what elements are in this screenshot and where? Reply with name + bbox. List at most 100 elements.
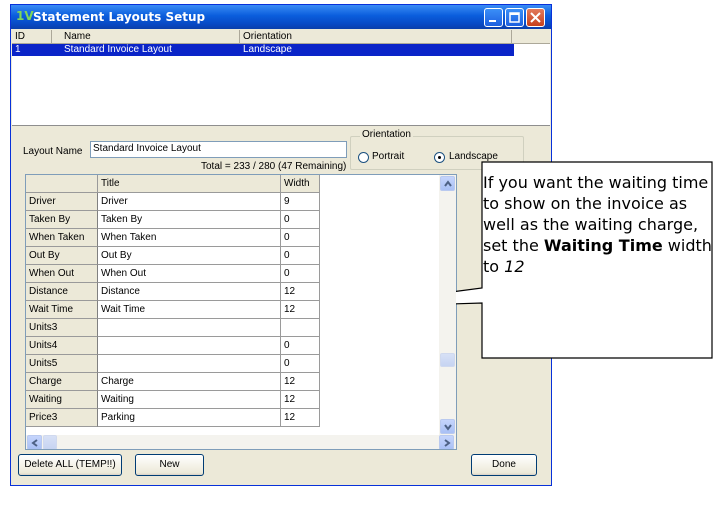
width-cell[interactable]: 12 (281, 391, 320, 409)
grid-header-title: Title (98, 175, 281, 193)
title-bar[interactable]: 1V Statement Layouts Setup (11, 5, 551, 29)
table-row[interactable]: Waiting Waiting 12 (26, 391, 320, 409)
field-name-cell: Wait Time (26, 301, 98, 319)
grid-header-corner (26, 175, 98, 193)
title-cell[interactable]: Taken By (98, 211, 281, 229)
title-cell[interactable] (98, 337, 281, 355)
width-cell[interactable]: 12 (281, 409, 320, 427)
grid-header-width: Width (281, 175, 320, 193)
title-cell[interactable]: Parking (98, 409, 281, 427)
orientation-label: Orientation (360, 129, 413, 140)
table-row[interactable]: Out By Out By 0 (26, 247, 320, 265)
portrait-radio[interactable] (358, 152, 369, 163)
field-name-cell: Units4 (26, 337, 98, 355)
width-cell[interactable]: 0 (281, 229, 320, 247)
portrait-label[interactable]: Portrait (372, 151, 404, 162)
table-row[interactable]: When Taken When Taken 0 (26, 229, 320, 247)
layout-name-input[interactable]: Standard Invoice Layout (90, 141, 347, 158)
list-item[interactable]: 1 Standard Invoice Layout Landscape (12, 44, 514, 56)
scroll-left-button[interactable] (27, 435, 42, 449)
field-name-cell: Waiting (26, 391, 98, 409)
list-item-name: Standard Invoice Layout (64, 44, 172, 55)
maximize-button[interactable] (505, 8, 524, 27)
scroll-right-button[interactable] (439, 435, 454, 449)
chevron-down-icon (444, 424, 452, 431)
chevron-up-icon (444, 180, 452, 187)
width-cell[interactable]: 12 (281, 301, 320, 319)
close-button[interactable] (526, 8, 545, 27)
title-cell[interactable]: Out By (98, 247, 281, 265)
scroll-up-button[interactable] (440, 176, 455, 191)
column-header-name[interactable]: Name (52, 30, 240, 43)
field-name-cell: Charge (26, 373, 98, 391)
field-name-cell: When Taken (26, 229, 98, 247)
field-name-cell: Distance (26, 283, 98, 301)
layouts-list[interactable]: ID Name Orientation 1 Standard Invoice L… (12, 30, 550, 126)
table-row[interactable]: When Out When Out 0 (26, 265, 320, 283)
table-row[interactable]: Wait Time Wait Time 12 (26, 301, 320, 319)
new-button[interactable]: New (135, 454, 204, 476)
width-cell[interactable]: 0 (281, 247, 320, 265)
width-cell[interactable]: 12 (281, 373, 320, 391)
width-cell[interactable]: 9 (281, 193, 320, 211)
width-cell[interactable] (281, 319, 320, 337)
width-cell[interactable]: 12 (281, 283, 320, 301)
landscape-radio[interactable] (434, 152, 445, 163)
callout-italic: 12 (504, 257, 525, 276)
callout-text: If you want the waiting time to show on … (483, 172, 713, 277)
field-name-cell: Out By (26, 247, 98, 265)
title-cell[interactable]: Charge (98, 373, 281, 391)
title-cell[interactable]: Distance (98, 283, 281, 301)
list-item-orientation: Landscape (243, 44, 292, 55)
width-cell[interactable]: 0 (281, 337, 320, 355)
vertical-scrollbar[interactable] (439, 175, 456, 435)
table-row[interactable]: Units3 (26, 319, 320, 337)
table-row[interactable]: Driver Driver 9 (26, 193, 320, 211)
layout-fields-grid[interactable]: Title Width Driver Driver 9 Taken By Taken B… (25, 174, 457, 450)
maximize-icon (509, 12, 520, 23)
chevron-left-icon (31, 439, 38, 447)
layout-name-label: Layout Name (23, 146, 83, 157)
table-row[interactable]: Price3 Parking 12 (26, 409, 320, 427)
title-cell[interactable]: Driver (98, 193, 281, 211)
field-name-cell: When Out (26, 265, 98, 283)
table-row[interactable]: Units5 0 (26, 355, 320, 373)
title-cell[interactable]: Waiting (98, 391, 281, 409)
width-cell[interactable]: 0 (281, 265, 320, 283)
window-title: Statement Layouts Setup (33, 10, 206, 24)
title-cell[interactable] (98, 355, 281, 373)
delete-all-button[interactable]: Delete ALL (TEMP!!) (18, 454, 122, 476)
field-name-cell: Units5 (26, 355, 98, 373)
chevron-right-icon (444, 439, 451, 447)
close-icon (530, 12, 541, 23)
grid-header-row: Title Width (26, 175, 320, 193)
table-row[interactable]: Units4 0 (26, 337, 320, 355)
list-item-id: 1 (15, 44, 21, 55)
field-name-cell: Taken By (26, 211, 98, 229)
list-header: ID Name Orientation (12, 30, 550, 44)
table-row[interactable]: Charge Charge 12 (26, 373, 320, 391)
field-name-cell: Price3 (26, 409, 98, 427)
minimize-button[interactable] (484, 8, 503, 27)
field-name-cell: Units3 (26, 319, 98, 337)
total-text: Total = 233 / 280 (47 Remaining) (201, 161, 347, 172)
title-cell[interactable] (98, 319, 281, 337)
scroll-thumb[interactable] (440, 353, 455, 367)
callout-bold: Waiting Time (543, 236, 663, 255)
horizontal-scrollbar[interactable] (26, 435, 456, 449)
title-cell[interactable]: When Out (98, 265, 281, 283)
hscroll-thumb[interactable] (43, 435, 57, 449)
column-header-orientation[interactable]: Orientation (240, 30, 512, 43)
done-button[interactable]: Done (471, 454, 537, 476)
width-cell[interactable]: 0 (281, 211, 320, 229)
table-row[interactable]: Taken By Taken By 0 (26, 211, 320, 229)
field-name-cell: Driver (26, 193, 98, 211)
minimize-icon (489, 20, 496, 22)
scroll-down-button[interactable] (440, 419, 455, 434)
column-header-id[interactable]: ID (12, 30, 52, 43)
width-cell[interactable]: 0 (281, 355, 320, 373)
table-row[interactable]: Distance Distance 12 (26, 283, 320, 301)
app-icon: 1V (16, 9, 34, 23)
title-cell[interactable]: Wait Time (98, 301, 281, 319)
title-cell[interactable]: When Taken (98, 229, 281, 247)
